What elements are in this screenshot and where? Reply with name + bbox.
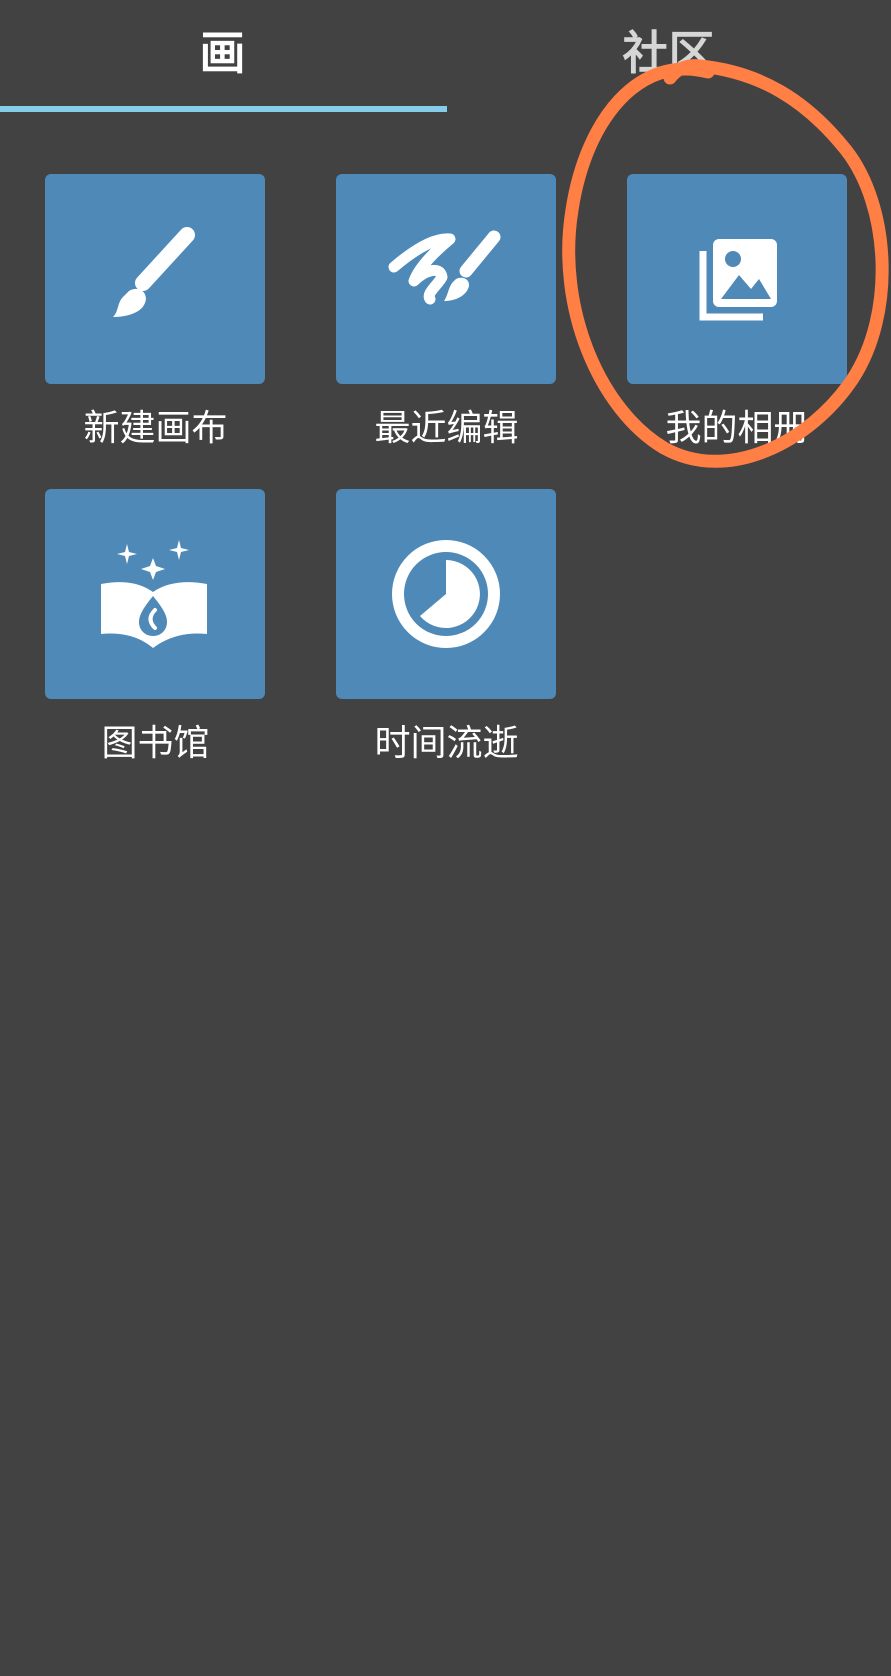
gallery-button[interactable]: [627, 174, 847, 384]
library-icon: [101, 540, 207, 648]
library-tile[interactable]: 图书馆: [10, 489, 301, 769]
tile-label: 时间流逝: [374, 723, 519, 764]
tile-label: 图书馆: [101, 723, 210, 764]
new-canvas-tile[interactable]: 新建画布: [10, 174, 301, 454]
tab-bar: 画 社区: [0, 0, 891, 112]
tile-label: 最近编辑: [374, 408, 519, 449]
tab-draw[interactable]: 画: [0, 0, 445, 100]
recent-edit-tile[interactable]: 最近编辑: [301, 174, 592, 454]
tile-label: 新建画布: [83, 408, 228, 449]
library-button[interactable]: [45, 489, 265, 699]
gallery-tile[interactable]: 我的相册: [592, 174, 883, 454]
recent-edit-icon: [388, 230, 501, 305]
timelapse-tile[interactable]: 时间流逝: [301, 489, 592, 769]
gallery-icon: [699, 239, 777, 321]
timelapse-icon: [392, 540, 500, 648]
brush-icon: [113, 227, 195, 317]
new-canvas-button[interactable]: [45, 174, 265, 384]
recent-edit-button[interactable]: [336, 174, 556, 384]
tab-community[interactable]: 社区: [446, 0, 891, 100]
timelapse-button[interactable]: [336, 489, 556, 699]
active-tab-indicator: [0, 106, 447, 112]
tile-label: 我的相册: [665, 408, 810, 449]
